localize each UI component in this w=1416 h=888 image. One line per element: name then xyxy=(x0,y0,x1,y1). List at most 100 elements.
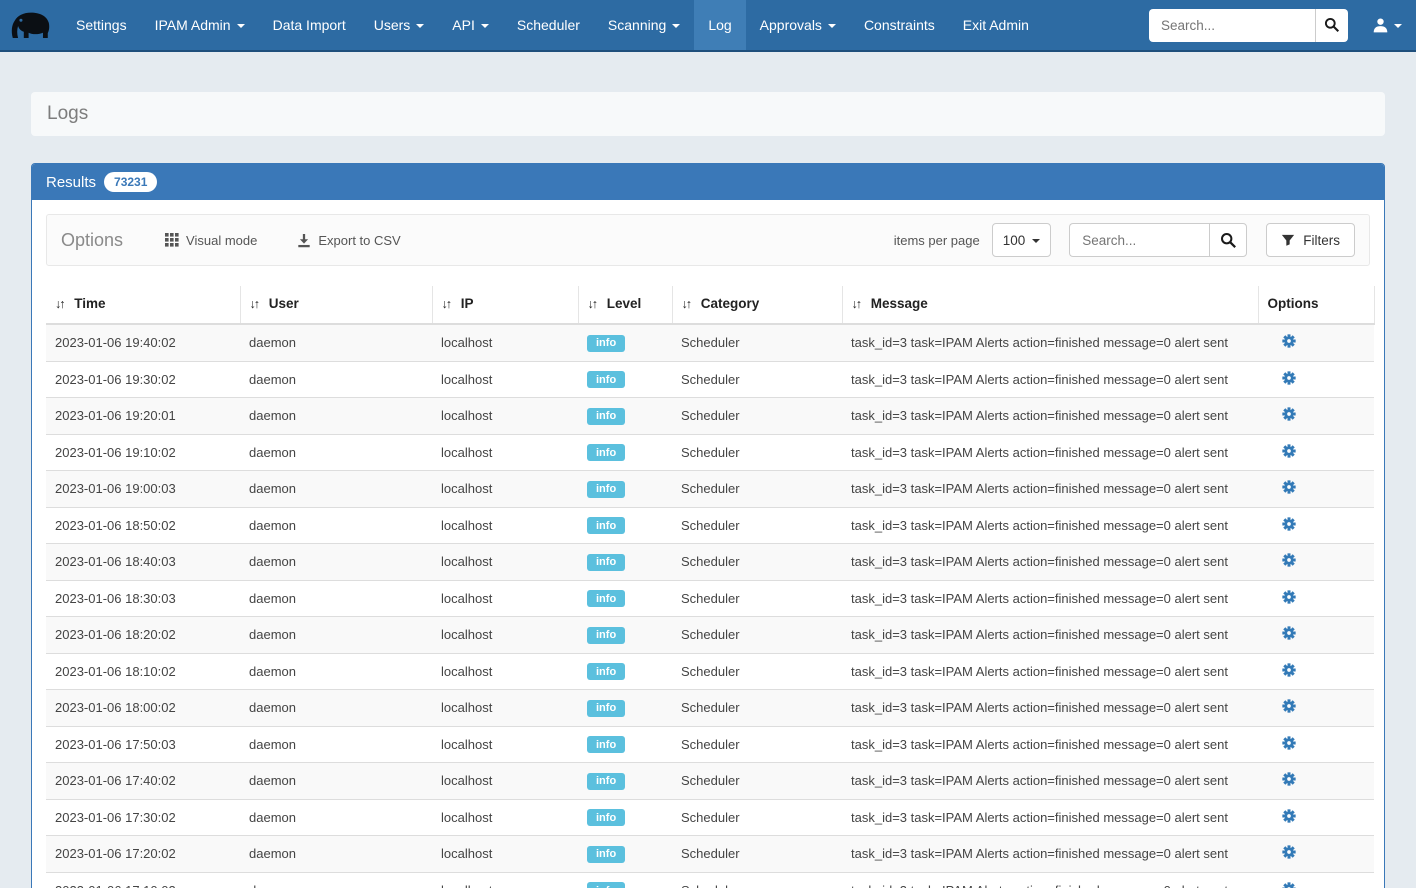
cell-time: 2023-01-06 19:40:02 xyxy=(46,324,240,361)
row-options-button[interactable] xyxy=(1282,553,1296,567)
row-options-button[interactable] xyxy=(1282,699,1296,713)
cell-user: daemon xyxy=(240,763,432,800)
table-search-button[interactable] xyxy=(1209,223,1247,257)
cell-message: task_id=3 task=IPAM Alerts action=finish… xyxy=(842,872,1258,888)
gear-icon xyxy=(1282,772,1296,786)
cell-category: Scheduler xyxy=(672,617,842,654)
cell-options xyxy=(1258,324,1374,361)
column-header[interactable]: ↓↑ Message xyxy=(842,286,1258,324)
nav-menu-item[interactable]: Scanning xyxy=(594,0,694,50)
nav-menu-item[interactable]: Approvals xyxy=(746,0,850,50)
top-navbar: Settings IPAM Admin Data Import Users AP… xyxy=(0,0,1416,52)
row-options-button[interactable] xyxy=(1282,736,1296,750)
row-options-button[interactable] xyxy=(1282,444,1296,458)
nav-menu-item[interactable]: Log xyxy=(694,0,745,50)
log-table-row: 2023-01-06 17:40:02 daemon localhost inf… xyxy=(46,763,1374,800)
nav-menu-item[interactable]: Users xyxy=(360,0,439,50)
sort-icon: ↓↑ xyxy=(852,297,861,311)
cell-options xyxy=(1258,799,1374,836)
cell-time: 2023-01-06 18:50:02 xyxy=(46,507,240,544)
column-header-label: Category xyxy=(701,296,760,311)
cell-user: daemon xyxy=(240,361,432,398)
cell-user: daemon xyxy=(240,836,432,873)
column-header[interactable]: ↓↑ Level xyxy=(578,286,672,324)
nav-menu-item[interactable]: Exit Admin xyxy=(949,0,1043,50)
column-header[interactable]: ↓↑ User xyxy=(240,286,432,324)
row-options-button[interactable] xyxy=(1282,371,1296,385)
level-info-badge: info xyxy=(587,700,625,717)
cell-message: task_id=3 task=IPAM Alerts action=finish… xyxy=(842,836,1258,873)
filters-button[interactable]: Filters xyxy=(1266,223,1355,257)
cell-ip: localhost xyxy=(432,398,578,435)
row-options-button[interactable] xyxy=(1282,845,1296,859)
level-info-badge: info xyxy=(587,846,625,863)
items-per-page-dropdown[interactable]: 100 xyxy=(992,223,1052,257)
row-options-button[interactable] xyxy=(1282,809,1296,823)
user-menu[interactable] xyxy=(1358,0,1416,50)
export-csv-label: Export to CSV xyxy=(318,233,400,248)
results-count-badge: 73231 xyxy=(104,172,157,192)
cell-message: task_id=3 task=IPAM Alerts action=finish… xyxy=(842,324,1258,361)
column-header[interactable]: ↓↑ Time xyxy=(46,286,240,324)
options-title: Options xyxy=(61,230,123,251)
column-header[interactable]: ↓↑ Category xyxy=(672,286,842,324)
cell-time: 2023-01-06 18:00:02 xyxy=(46,690,240,727)
cell-category: Scheduler xyxy=(672,763,842,800)
row-options-button[interactable] xyxy=(1282,334,1296,348)
cell-options xyxy=(1258,653,1374,690)
gear-icon xyxy=(1282,517,1296,531)
gear-icon xyxy=(1282,407,1296,421)
nav-menu-item[interactable]: Constraints xyxy=(850,0,949,50)
chevron-down-icon xyxy=(672,24,680,28)
nav-menu-item[interactable]: Data Import xyxy=(259,0,360,50)
row-options-button[interactable] xyxy=(1282,772,1296,786)
cell-level: info xyxy=(578,799,672,836)
cell-options xyxy=(1258,471,1374,508)
column-header[interactable]: Options xyxy=(1258,286,1374,324)
chevron-down-icon xyxy=(416,24,424,28)
row-options-button[interactable] xyxy=(1282,480,1296,494)
level-info-badge: info xyxy=(587,663,625,680)
nav-menu-item[interactable]: API xyxy=(438,0,503,50)
page-content: Logs Results 73231 Options Visual mode xyxy=(0,92,1416,888)
cell-time: 2023-01-06 18:10:02 xyxy=(46,653,240,690)
cell-level: info xyxy=(578,872,672,888)
level-info-badge: info xyxy=(587,481,625,498)
cell-ip: localhost xyxy=(432,653,578,690)
cell-message: task_id=3 task=IPAM Alerts action=finish… xyxy=(842,544,1258,581)
cell-message: task_id=3 task=IPAM Alerts action=finish… xyxy=(842,726,1258,763)
navbar-search-button[interactable] xyxy=(1315,9,1348,42)
cell-time: 2023-01-06 17:30:02 xyxy=(46,799,240,836)
user-icon xyxy=(1372,17,1389,34)
cell-category: Scheduler xyxy=(672,398,842,435)
cell-ip: localhost xyxy=(432,872,578,888)
nav-menu-item-label: Exit Admin xyxy=(963,17,1029,33)
table-search-input[interactable] xyxy=(1069,223,1209,257)
row-options-button[interactable] xyxy=(1282,626,1296,640)
level-info-badge: info xyxy=(587,773,625,790)
cell-category: Scheduler xyxy=(672,324,842,361)
nav-menu-item[interactable]: Scheduler xyxy=(503,0,594,50)
log-table-body: 2023-01-06 19:40:02 daemon localhost inf… xyxy=(46,324,1374,888)
nav-menu-item[interactable]: Settings xyxy=(62,0,141,50)
row-options-button[interactable] xyxy=(1282,407,1296,421)
phpipam-elephant-logo[interactable] xyxy=(0,0,62,50)
navbar-search-input[interactable] xyxy=(1149,9,1315,42)
column-header-label: Options xyxy=(1268,296,1319,311)
export-csv-button[interactable]: Export to CSV xyxy=(297,233,400,248)
nav-menu-item[interactable]: IPAM Admin xyxy=(141,0,259,50)
page-title: Logs xyxy=(31,92,1385,136)
cell-category: Scheduler xyxy=(672,471,842,508)
gear-icon xyxy=(1282,590,1296,604)
row-options-button[interactable] xyxy=(1282,663,1296,677)
cell-category: Scheduler xyxy=(672,580,842,617)
row-options-button[interactable] xyxy=(1282,517,1296,531)
cell-options xyxy=(1258,398,1374,435)
cell-ip: localhost xyxy=(432,507,578,544)
sort-icon: ↓↑ xyxy=(588,297,597,311)
log-table-row: 2023-01-06 17:10:02 daemon localhost inf… xyxy=(46,872,1374,888)
column-header[interactable]: ↓↑ IP xyxy=(432,286,578,324)
row-options-button[interactable] xyxy=(1282,882,1296,888)
visual-mode-button[interactable]: Visual mode xyxy=(165,233,257,248)
row-options-button[interactable] xyxy=(1282,590,1296,604)
